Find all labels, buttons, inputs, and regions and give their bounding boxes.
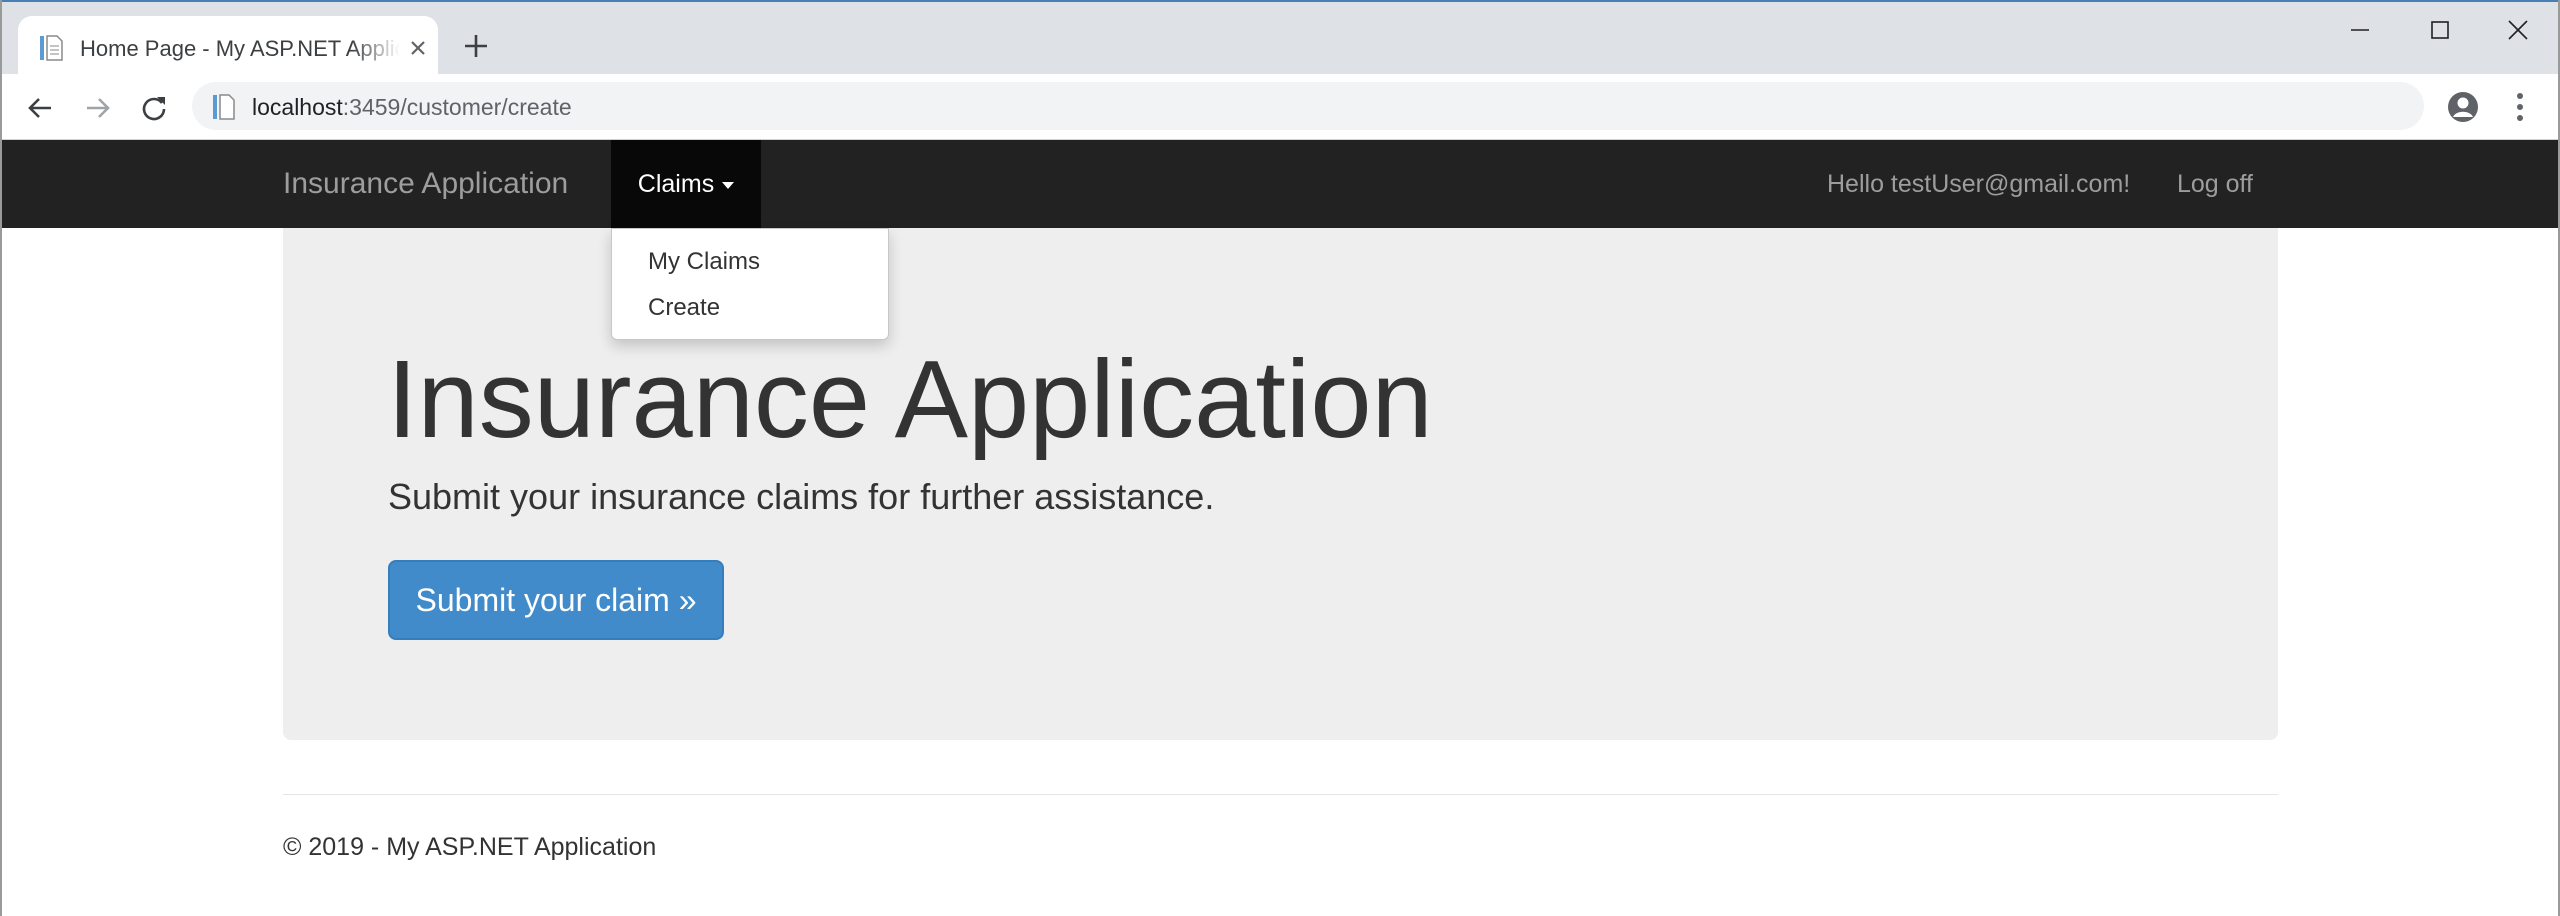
page-icon [213, 94, 235, 120]
user-greeting-link[interactable]: Hello testUser@gmail.com! [1827, 140, 2130, 228]
footer-copyright: © 2019 - My ASP.NET Application [283, 833, 657, 861]
url-path: :3459/customer/create [342, 94, 572, 120]
forward-button[interactable] [82, 92, 114, 124]
claims-dropdown-toggle[interactable]: Claims [611, 140, 761, 228]
claims-label: Claims [637, 170, 715, 198]
address-bar[interactable]: localhost:3459/customer/create [192, 82, 2424, 130]
plus-icon[interactable] [462, 32, 490, 60]
footer-divider [283, 794, 2278, 795]
tab-title: Home Page - My ASP.NET Application [80, 36, 400, 61]
claims-dropdown-menu: My Claims Create [611, 228, 889, 340]
reload-button[interactable] [138, 92, 170, 124]
minimize-icon [2351, 29, 2369, 31]
browser-toolbar: localhost:3459/customer/create [0, 74, 2560, 140]
site-navbar: Insurance Application Claims Hello testU… [0, 140, 2560, 228]
more-vertical-icon[interactable] [2510, 90, 2530, 124]
navbar-brand[interactable]: Insurance Application [283, 140, 568, 228]
close-icon[interactable] [406, 36, 430, 60]
browser-tab-strip: Home Page - My ASP.NET Application [0, 0, 2560, 76]
window-close-button[interactable] [2488, 12, 2548, 48]
jumbotron: Insurance Application Submit your insura… [283, 228, 2278, 740]
menu-item-my-claims[interactable]: My Claims [648, 247, 760, 277]
window-border-left [0, 0, 2, 916]
minimize-button[interactable] [2330, 12, 2390, 48]
maximize-icon [2431, 21, 2449, 39]
logoff-link[interactable]: Log off [2177, 140, 2253, 228]
arrow-left-icon [28, 98, 51, 118]
browser-tab[interactable]: Home Page - My ASP.NET Application [18, 16, 438, 76]
page-icon [40, 35, 63, 61]
menu-item-create[interactable]: Create [648, 293, 720, 323]
reload-icon [142, 97, 166, 121]
caret-down-icon [722, 181, 735, 189]
page-title: Insurance Application [387, 338, 1433, 461]
close-icon [2508, 20, 2528, 40]
submit-claim-button[interactable]: Submit your claim » [388, 560, 724, 640]
back-button[interactable] [24, 92, 56, 124]
account-circle-icon[interactable] [2446, 90, 2480, 124]
arrow-right-icon [87, 98, 110, 118]
maximize-button[interactable] [2410, 12, 2470, 48]
lead-text: Submit your insurance claims for further… [388, 476, 1215, 517]
url-host: localhost [252, 94, 343, 120]
url-text: localhost:3459/customer/create [252, 92, 572, 122]
